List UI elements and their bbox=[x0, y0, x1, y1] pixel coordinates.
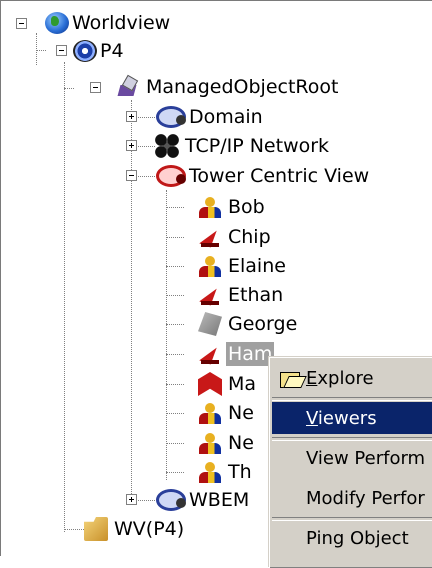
menu-item-label: Viewers bbox=[306, 407, 377, 429]
folder-open-icon bbox=[280, 368, 304, 388]
tree-node-label: WBEM bbox=[189, 489, 250, 511]
collapse-toggle-managed-object-root[interactable] bbox=[90, 82, 101, 93]
person-icon bbox=[198, 401, 222, 425]
server-icon bbox=[198, 312, 222, 336]
tree-node-chip[interactable]: Chip bbox=[198, 224, 273, 250]
tree-line bbox=[166, 324, 184, 325]
tree-node-label: Th bbox=[228, 461, 252, 483]
tree-node-managed-object-root[interactable]: ManagedObjectRoot bbox=[116, 74, 340, 100]
menu-separator bbox=[272, 437, 432, 441]
tree-node-label: Ham bbox=[226, 342, 275, 366]
tree-node-label: Ma bbox=[228, 373, 257, 395]
tree-node-label: TCP/IP Network bbox=[185, 135, 330, 157]
book-icon bbox=[198, 372, 222, 396]
tree-line bbox=[166, 295, 184, 296]
tree-line bbox=[64, 62, 65, 532]
tree-node-label: Ne bbox=[228, 432, 254, 454]
tree-node-label: Ethan bbox=[228, 284, 284, 306]
tree-node-ethan[interactable]: Ethan bbox=[198, 282, 285, 308]
menu-item-view-performance[interactable]: View Perform bbox=[272, 442, 432, 474]
tree-line bbox=[166, 443, 184, 444]
tree-node-george[interactable]: George bbox=[198, 311, 299, 337]
network-icon bbox=[155, 134, 179, 158]
tree-line bbox=[166, 266, 184, 267]
person-icon bbox=[198, 431, 222, 455]
tree-line bbox=[166, 413, 184, 414]
menu-item-label: View Perform bbox=[306, 447, 426, 469]
menu-item-viewers[interactable]: Viewers bbox=[272, 402, 432, 434]
tree-node-label: Elaine bbox=[228, 255, 286, 277]
expand-toggle-tcpip-network[interactable] bbox=[126, 140, 137, 151]
domain-icon bbox=[156, 489, 186, 511]
expand-toggle-wbem[interactable] bbox=[126, 494, 137, 505]
menu-separator bbox=[272, 397, 432, 401]
collapse-toggle-tower-centric-view[interactable] bbox=[126, 170, 137, 181]
tree-node-wv-p4[interactable]: WV(P4) bbox=[84, 516, 186, 542]
managed-object-root-icon bbox=[116, 75, 140, 99]
tree-line bbox=[166, 384, 184, 385]
tree-node-label: Domain bbox=[189, 106, 263, 128]
tree-node-label: Ne bbox=[228, 402, 254, 424]
tree-node-tower-centric-view[interactable]: Tower Centric View bbox=[155, 163, 371, 189]
wedge-icon bbox=[198, 283, 222, 307]
tree-line bbox=[36, 33, 37, 65]
collapse-toggle-worldview[interactable] bbox=[16, 18, 27, 29]
tree-line bbox=[166, 472, 184, 473]
tree-line bbox=[64, 529, 84, 530]
tree-node-th[interactable]: Th bbox=[198, 459, 254, 485]
tree-node-p4[interactable]: P4 bbox=[72, 38, 126, 64]
tree-node-label: WV(P4) bbox=[114, 518, 185, 540]
tree-node-elaine[interactable]: Elaine bbox=[198, 253, 288, 279]
menu-item-ping-object[interactable]: Ping Object bbox=[272, 522, 432, 554]
tree-node-bob[interactable]: Bob bbox=[198, 194, 267, 220]
tree-node-label: Bob bbox=[228, 196, 265, 218]
expand-toggle-domain[interactable] bbox=[126, 111, 137, 122]
tree-node-label: Chip bbox=[228, 226, 271, 248]
disc-icon bbox=[73, 40, 97, 62]
tree-node-ham[interactable]: Ham bbox=[198, 341, 275, 367]
folder-icon bbox=[84, 517, 108, 541]
menu-item-label: Ping Object bbox=[306, 527, 409, 549]
tree-node-tcpip-network[interactable]: TCP/IP Network bbox=[155, 133, 331, 159]
tree-node-label: P4 bbox=[100, 40, 124, 62]
tree-line bbox=[166, 237, 184, 238]
tree-node-domain[interactable]: Domain bbox=[155, 104, 265, 130]
tree-line bbox=[131, 100, 132, 500]
collapse-toggle-p4[interactable] bbox=[56, 45, 67, 56]
person-icon bbox=[198, 195, 222, 219]
tree-node-worldview[interactable]: Worldview bbox=[44, 10, 172, 36]
tree-node-label: George bbox=[228, 313, 298, 335]
tree-left-border bbox=[0, 0, 1, 556]
tree-node-ma[interactable]: Ma bbox=[198, 371, 258, 397]
person-icon bbox=[198, 254, 222, 278]
tree-line bbox=[64, 88, 74, 89]
tower-view-icon bbox=[156, 165, 186, 187]
tree-line bbox=[166, 190, 167, 480]
menu-item-label: Modify Perfor bbox=[306, 487, 425, 509]
globe-icon bbox=[45, 12, 69, 34]
person-icon bbox=[198, 460, 222, 484]
tree-node-ne-1[interactable]: Ne bbox=[198, 400, 256, 426]
menu-item-modify-performance[interactable]: Modify Perfor bbox=[272, 482, 432, 514]
tree-node-label: Tower Centric View bbox=[189, 165, 370, 187]
context-menu: Explore Viewers View Perform Modify Perf… bbox=[269, 357, 432, 568]
tree-node-label: ManagedObjectRoot bbox=[146, 76, 339, 98]
menu-item-explore[interactable]: Explore bbox=[272, 362, 432, 394]
tree-line bbox=[166, 354, 184, 355]
tree-line bbox=[166, 207, 184, 208]
tree-line bbox=[36, 50, 46, 51]
domain-icon bbox=[156, 106, 186, 128]
menu-separator bbox=[272, 517, 432, 521]
wedge-icon bbox=[198, 225, 222, 249]
wedge-icon bbox=[198, 342, 222, 366]
tree-node-wbem[interactable]: WBEM bbox=[155, 487, 251, 513]
tree-node-ne-2[interactable]: Ne bbox=[198, 430, 256, 456]
tree-node-label: Worldview bbox=[72, 12, 171, 34]
tree-top-border bbox=[0, 0, 432, 1]
